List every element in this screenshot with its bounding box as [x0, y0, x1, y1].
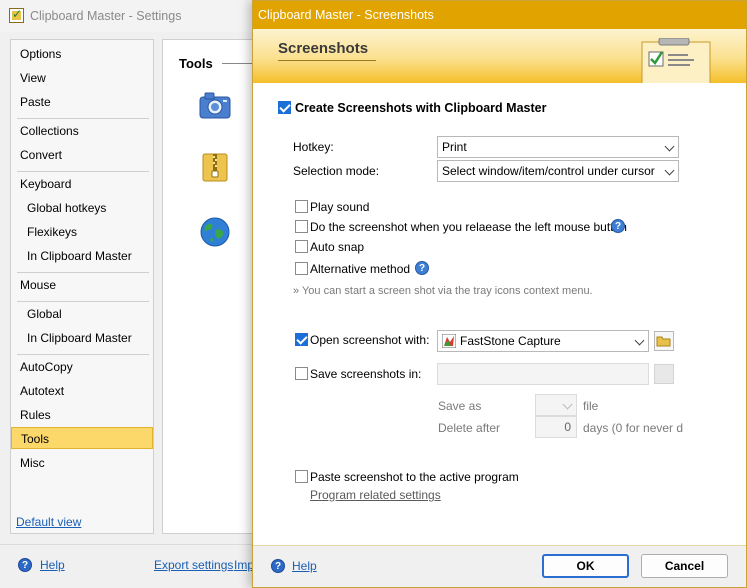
- clipboard-checklist-icon: [641, 38, 711, 83]
- settings-window-title: Clipboard Master - Settings: [30, 9, 182, 23]
- help-icon[interactable]: ?: [18, 558, 32, 572]
- screenshots-dialog: Clipboard Master - Screenshots Screensho…: [252, 0, 747, 588]
- selection-mode-select[interactable]: Select window/item/control under cursor: [437, 160, 679, 182]
- nav-item-autocopy[interactable]: AutoCopy: [11, 356, 153, 378]
- release-mouse-label: Do the screenshot when you relaease the …: [310, 220, 627, 234]
- program-settings-link[interactable]: Program related settings: [310, 488, 441, 502]
- clipboard-master-app-icon: [9, 7, 24, 23]
- create-screenshots-label: Create Screenshots with Clipboard Master: [295, 101, 547, 115]
- open-with-value: FastStone Capture: [460, 334, 561, 348]
- hotkey-select[interactable]: Print: [437, 136, 679, 158]
- tools-heading: Tools: [179, 56, 213, 71]
- faststone-capture-icon: [442, 334, 456, 348]
- nav-item-options[interactable]: Options: [11, 43, 153, 65]
- cancel-button[interactable]: Cancel: [641, 554, 728, 578]
- browse-folder-icon[interactable]: [654, 331, 674, 351]
- play-sound-checkbox[interactable]: [295, 200, 308, 213]
- chevron-down-icon: [664, 141, 675, 152]
- nav-item-mouse[interactable]: Mouse: [11, 274, 153, 296]
- nav-divider: [17, 118, 149, 119]
- tray-hint-text: » You can start a screen shot via the tr…: [293, 285, 593, 297]
- import-settings-link[interactable]: Imp: [234, 558, 254, 572]
- nav-item-collections[interactable]: Collections: [11, 120, 153, 142]
- banner-title: Screenshots: [278, 40, 369, 57]
- nav-item-paste[interactable]: Paste: [11, 91, 153, 113]
- delete-after-suffix: days (0 for never d: [583, 421, 684, 435]
- delete-after-label: Delete after: [438, 421, 501, 435]
- open-with-select[interactable]: FastStone Capture: [437, 330, 649, 352]
- help-link[interactable]: Help: [40, 558, 65, 572]
- paste-active-label: Paste screenshot to the active program: [310, 470, 519, 484]
- nav-item-keyboard[interactable]: Keyboard: [11, 173, 153, 195]
- camera-icon[interactable]: [198, 90, 232, 120]
- paste-active-checkbox[interactable]: [295, 470, 308, 483]
- info-help-icon[interactable]: ?: [415, 261, 429, 275]
- alternative-method-checkbox[interactable]: [295, 262, 308, 275]
- export-settings-link[interactable]: Export settings: [154, 558, 233, 572]
- chevron-down-icon: [562, 399, 573, 410]
- globe-icon[interactable]: [199, 216, 231, 248]
- play-sound-label: Play sound: [310, 200, 370, 214]
- default-view-link[interactable]: Default view: [16, 515, 81, 529]
- info-help-icon[interactable]: ?: [611, 219, 625, 233]
- dialog-title: Clipboard Master - Screenshots: [258, 8, 434, 22]
- chevron-down-icon: [634, 335, 645, 346]
- nav-item-tools[interactable]: Tools: [11, 427, 153, 449]
- nav-divider: [17, 272, 149, 273]
- ok-button[interactable]: OK: [542, 554, 629, 578]
- nav-item-mouse-global[interactable]: Global: [11, 303, 153, 325]
- nav-item-convert[interactable]: Convert: [11, 144, 153, 166]
- dialog-titlebar: Clipboard Master - Screenshots: [253, 1, 746, 29]
- save-as-label: Save as: [438, 399, 482, 413]
- hotkey-value: Print: [442, 140, 467, 154]
- save-screenshots-label: Save screenshots in:: [310, 367, 422, 381]
- help-icon[interactable]: ?: [271, 559, 285, 573]
- open-screenshot-checkbox[interactable]: [295, 333, 308, 346]
- save-screenshots-checkbox[interactable]: [295, 367, 308, 380]
- auto-snap-checkbox[interactable]: [295, 240, 308, 253]
- nav-item-view[interactable]: View: [11, 67, 153, 89]
- hotkey-label: Hotkey:: [293, 140, 334, 154]
- nav-divider: [17, 171, 149, 172]
- delete-after-input[interactable]: 0: [535, 416, 577, 438]
- selection-mode-value: Select window/item/control under cursor: [442, 164, 655, 178]
- nav-item-autotext[interactable]: Autotext: [11, 380, 153, 402]
- release-mouse-checkbox[interactable]: [295, 220, 308, 233]
- nav-item-flexikeys[interactable]: Flexikeys: [11, 221, 153, 243]
- alternative-method-label: Alternative method: [310, 262, 411, 276]
- dialog-footer: ? Help OK Cancel: [253, 545, 746, 587]
- auto-snap-label: Auto snap: [310, 240, 365, 254]
- nav-item-global-hotkeys[interactable]: Global hotkeys: [11, 197, 153, 219]
- settings-nav: Options View Paste Collections Convert K…: [10, 39, 154, 534]
- nav-item-keyboard-in-clipboard-master[interactable]: In Clipboard Master: [11, 245, 153, 267]
- create-screenshots-checkbox[interactable]: [278, 101, 291, 114]
- zip-folder-icon[interactable]: [201, 151, 229, 183]
- chevron-down-icon: [664, 165, 675, 176]
- open-screenshot-label: Open screenshot with:: [310, 333, 430, 347]
- save-path-browse-button[interactable]: [654, 364, 674, 384]
- nav-divider: [17, 301, 149, 302]
- nav-item-rules[interactable]: Rules: [11, 404, 153, 426]
- selection-mode-label: Selection mode:: [293, 164, 380, 178]
- help-link[interactable]: Help: [292, 559, 317, 573]
- nav-divider: [17, 354, 149, 355]
- save-as-suffix: file: [583, 399, 599, 413]
- save-as-format-select[interactable]: [535, 394, 577, 416]
- banner-title-underline: [278, 60, 376, 61]
- nav-item-mouse-in-clipboard-master[interactable]: In Clipboard Master: [11, 327, 153, 349]
- dialog-banner: Screenshots: [253, 29, 746, 83]
- nav-item-misc[interactable]: Misc: [11, 452, 153, 474]
- save-path-field[interactable]: [437, 363, 649, 385]
